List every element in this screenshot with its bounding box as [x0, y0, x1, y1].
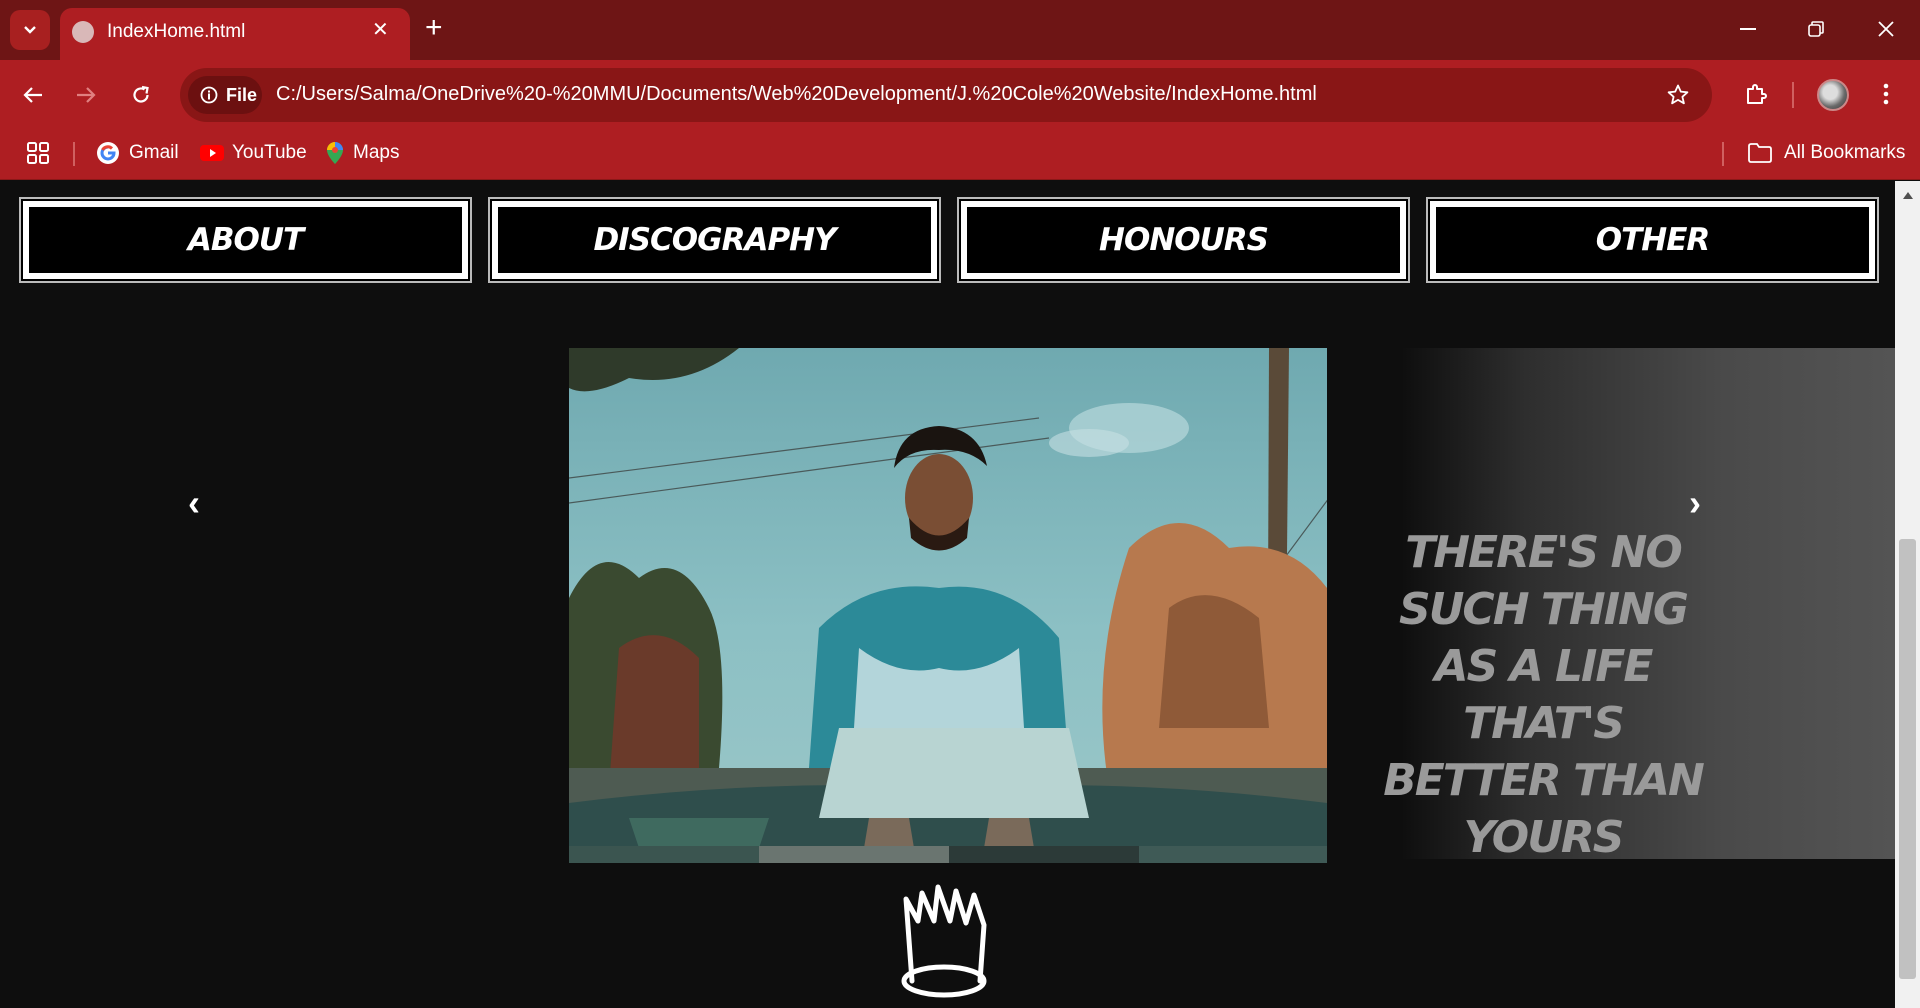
reload-button[interactable]: [123, 77, 159, 113]
restore-icon: [1808, 21, 1824, 37]
nav-label: DISCOGRAPHY: [593, 222, 836, 258]
browser-toolbar: File C:/Users/Salma/OneDrive%20-%20MMU/D…: [0, 60, 1920, 130]
site-info-chip[interactable]: File: [188, 76, 262, 114]
nav-label: ABOUT: [187, 222, 304, 258]
arrow-right-icon: [77, 87, 96, 103]
bookmarks-bar: Gmail YouTube Maps All Bookmarks: [0, 130, 1920, 180]
site-chip-label: File: [226, 84, 258, 105]
extensions-button[interactable]: [1738, 76, 1774, 112]
slideshow-quote: THERE'S NO SUCH THING AS A LIFE THAT'S B…: [1383, 527, 1705, 863]
all-bookmarks-button[interactable]: All Bookmarks: [1748, 138, 1905, 168]
new-tab-button[interactable]: +: [425, 13, 443, 43]
youtube-icon: [200, 145, 224, 161]
slideshow-photo: [569, 348, 1327, 863]
apps-grid-icon: [27, 142, 49, 164]
back-button[interactable]: [15, 77, 51, 113]
profile-avatar[interactable]: [1817, 79, 1849, 111]
info-icon: [200, 86, 218, 104]
nav-label: HONOURS: [1099, 222, 1269, 258]
tab-title: IndexHome.html: [107, 21, 246, 42]
slideshow-prev-button[interactable]: ‹: [188, 485, 200, 521]
nav-honours-button[interactable]: HONOURS: [961, 201, 1406, 279]
close-icon: [1878, 21, 1894, 37]
maps-pin-icon: [327, 142, 343, 164]
url-text[interactable]: C:/Users/Salma/OneDrive%20-%20MMU/Docume…: [276, 83, 1317, 106]
address-bar[interactable]: File C:/Users/Salma/OneDrive%20-%20MMU/D…: [180, 68, 1712, 122]
apps-button[interactable]: [27, 138, 49, 168]
tab-strip: IndexHome.html ✕ +: [0, 0, 1920, 60]
more-vert-icon: [1883, 83, 1889, 105]
crown-logo: [901, 884, 987, 998]
folder-icon: [1748, 143, 1772, 163]
nav-other-button[interactable]: OTHER: [1430, 201, 1875, 279]
slideshow-next-button[interactable]: ›: [1689, 485, 1701, 521]
puzzle-icon: [1747, 84, 1767, 104]
artist-photo: [569, 348, 1327, 863]
nav-label: OTHER: [1595, 222, 1710, 258]
tab-search-button[interactable]: [10, 10, 50, 50]
forward-button[interactable]: [68, 77, 104, 113]
active-tab[interactable]: IndexHome.html ✕: [60, 8, 410, 60]
bookmarks-divider: [73, 142, 75, 166]
arrow-left-icon: [23, 87, 42, 103]
reload-icon: [133, 85, 149, 103]
web-page: ABOUT DISCOGRAPHY HONOURS OTHER ‹ THERE'…: [0, 181, 1895, 1008]
toolbar-divider: [1792, 82, 1794, 108]
close-tab-icon[interactable]: ✕: [372, 20, 389, 40]
chevron-down-icon: [24, 26, 36, 34]
bookmark-label: Maps: [353, 142, 400, 163]
nav-about-button[interactable]: ABOUT: [23, 201, 468, 279]
bookmark-star-button[interactable]: [1662, 79, 1694, 111]
restore-button[interactable]: [1801, 14, 1831, 44]
all-bookmarks-label: All Bookmarks: [1784, 142, 1906, 163]
scrollbar-thumb[interactable]: [1899, 539, 1916, 979]
star-icon: [1667, 84, 1689, 105]
nav-discography-button[interactable]: DISCOGRAPHY: [492, 201, 937, 279]
close-window-button[interactable]: [1871, 14, 1901, 44]
scroll-up-button[interactable]: [1895, 185, 1920, 205]
google-icon: [97, 142, 119, 164]
bookmark-maps[interactable]: Maps: [326, 138, 399, 168]
bookmarks-divider: [1722, 142, 1724, 166]
minimize-icon: [1740, 28, 1756, 30]
bookmark-label: YouTube: [232, 142, 307, 163]
quote-slide: THERE'S NO SUCH THING AS A LIFE THAT'S B…: [1327, 348, 1895, 863]
page-scrollbar[interactable]: [1895, 181, 1920, 1008]
globe-icon: [72, 21, 94, 43]
browser-menu-button[interactable]: [1872, 76, 1900, 112]
bookmark-label: Gmail: [129, 142, 179, 163]
bookmark-youtube[interactable]: YouTube: [200, 138, 307, 168]
bookmark-gmail[interactable]: Gmail: [96, 138, 179, 168]
triangle-up-icon: [1902, 191, 1913, 199]
minimize-button[interactable]: [1733, 14, 1763, 44]
